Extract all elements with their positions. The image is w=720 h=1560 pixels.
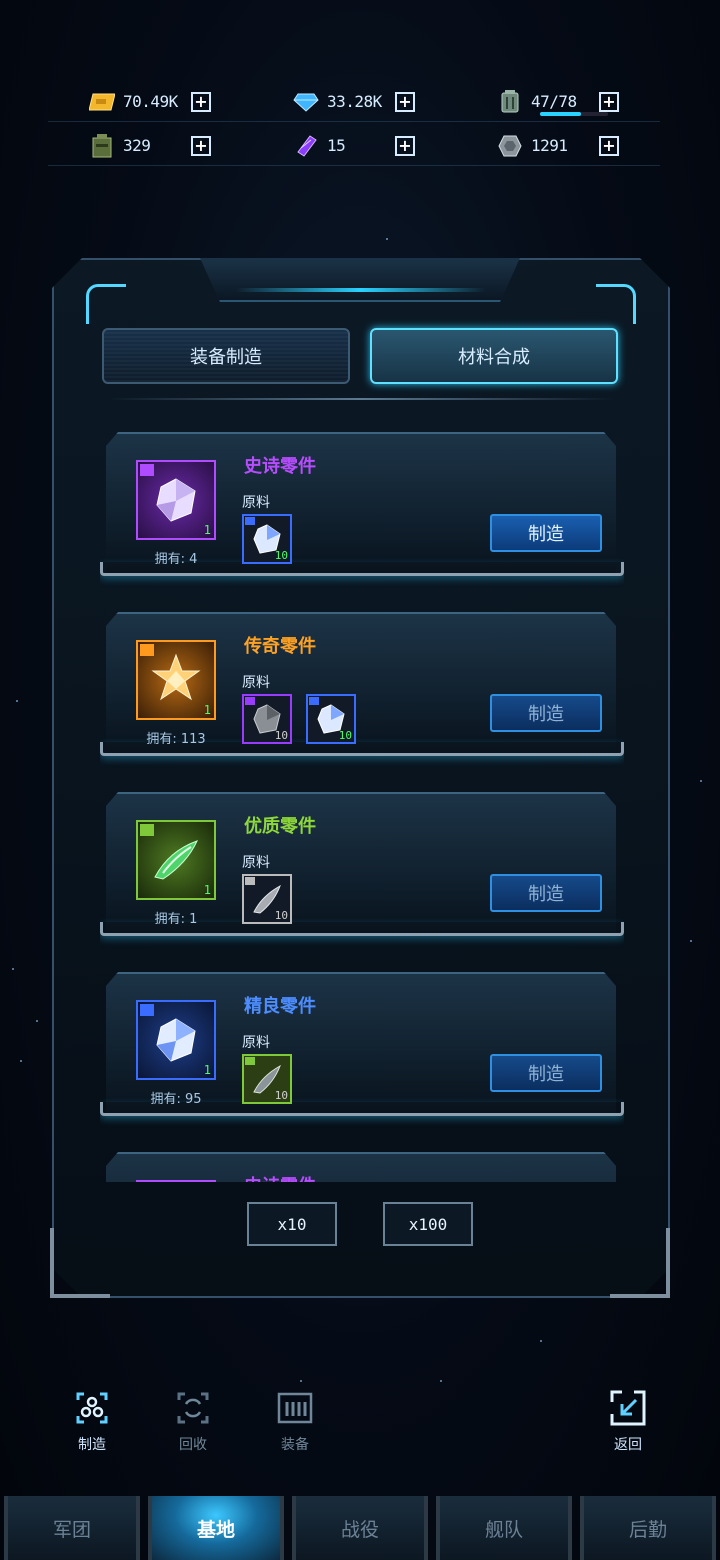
panel-corner-top-left: [86, 284, 126, 324]
resource-energy: 47/78 +: [456, 89, 660, 116]
green-blade-icon: [154, 840, 198, 880]
multiplier-x100-button[interactable]: x100: [383, 1202, 473, 1246]
energy-canister-icon: [497, 89, 523, 114]
panel-corner-top-right: [596, 284, 636, 324]
recipe-list[interactable]: 1 拥有: 4 史诗零件 原料 10 制造 1 拥有: 113 传奇零件 原料 …: [100, 420, 624, 1182]
recycle-icon: [173, 1388, 213, 1428]
bottom-navigation: 军团 基地 战役 舰队 后勤: [0, 1490, 720, 1560]
recipe-card: 史诗零件: [100, 1140, 624, 1182]
item-slot-quality[interactable]: 1: [136, 820, 216, 900]
craft-action[interactable]: 制造: [62, 1388, 122, 1454]
make-button[interactable]: 制造: [490, 514, 602, 552]
craft-icon: [72, 1388, 112, 1428]
recipe-card: 1 拥有: 4 史诗零件 原料 10 制造: [100, 420, 624, 580]
resource-crystal: 15 +: [252, 134, 456, 158]
resource-gold: 70.49K +: [48, 90, 252, 114]
tab-divider: [108, 398, 614, 400]
resource-supply: 329 +: [48, 133, 252, 158]
panel-corner-bottom-left: [50, 1228, 110, 1298]
panel-header-glow: [236, 288, 486, 292]
energy-progress-bar: [540, 111, 608, 116]
item-slot-epic[interactable]: 1: [136, 460, 216, 540]
add-supply-button[interactable]: +: [191, 135, 211, 156]
add-crystal-button[interactable]: +: [395, 135, 415, 156]
gold-ticket-icon: [89, 90, 115, 114]
nav-tab-fleet[interactable]: 舰队: [436, 1496, 572, 1560]
card-title: 优质零件: [244, 816, 316, 837]
panel-header-frame: [200, 258, 520, 302]
make-button[interactable]: 制造: [490, 694, 602, 732]
recipe-card: 1 拥有: 113 传奇零件 原料 10 10 制造: [100, 600, 624, 760]
rarity-tag-icon: [140, 464, 154, 476]
metal-plate-icon: [497, 134, 523, 158]
blue-crystal-icon: [156, 1018, 196, 1062]
multiplier-x10-button[interactable]: x10: [247, 1202, 337, 1246]
item-slot-fine[interactable]: 1: [136, 1000, 216, 1080]
back-icon: [608, 1388, 648, 1428]
material-slot[interactable]: 10: [242, 514, 292, 564]
card-title: 史诗零件: [244, 1172, 316, 1182]
resource-metal: 1291 +: [456, 134, 660, 158]
material-slot[interactable]: 10: [242, 694, 292, 744]
add-energy-button[interactable]: +: [599, 91, 619, 112]
make-button[interactable]: 制造: [490, 874, 602, 912]
equipment-action[interactable]: 装备: [265, 1388, 325, 1454]
recycle-action[interactable]: 回收: [163, 1388, 223, 1454]
recipe-card: 1 拥有: 1 优质零件 原料 10 制造: [100, 780, 624, 940]
add-gold-button[interactable]: +: [191, 91, 211, 112]
energy-progress-fill: [540, 111, 581, 116]
tab-equipment-crafting[interactable]: 装备制造: [102, 328, 350, 384]
back-action[interactable]: 返回: [598, 1388, 658, 1454]
item-slot-legendary[interactable]: 1: [136, 640, 216, 720]
epic-crystal-icon: [156, 478, 196, 522]
nav-tab-campaign[interactable]: 战役: [292, 1496, 428, 1560]
add-metal-button[interactable]: +: [599, 135, 619, 156]
card-title: 史诗零件: [244, 456, 316, 477]
make-button[interactable]: 制造: [490, 1054, 602, 1092]
diamond-icon: [293, 90, 319, 114]
resource-row-2: 329 + 15 + 1291 +: [48, 126, 660, 166]
rarity-tag-icon: [140, 1004, 154, 1016]
card-title: 传奇零件: [244, 636, 316, 657]
item-slot-epic[interactable]: [136, 1180, 216, 1182]
material-slot[interactable]: 10: [306, 694, 356, 744]
recipe-card: 1 拥有: 95 精良零件 原料 10 制造: [100, 960, 624, 1120]
nav-tab-base[interactable]: 基地: [148, 1496, 284, 1560]
resource-diamond: 33.28K +: [252, 90, 456, 114]
equipment-icon: [275, 1388, 315, 1428]
nav-tab-logistics[interactable]: 后勤: [580, 1496, 716, 1560]
material-slot[interactable]: 10: [242, 874, 292, 924]
nav-tab-legion[interactable]: 军团: [4, 1496, 140, 1560]
resource-row-1: 70.49K + 33.28K + 47/78 +: [48, 82, 660, 122]
rarity-tag-icon: [140, 644, 154, 656]
material-slot[interactable]: 10: [242, 1054, 292, 1104]
card-title: 精良零件: [244, 996, 316, 1017]
tab-material-synthesis[interactable]: 材料合成: [370, 328, 618, 384]
rarity-tag-icon: [140, 824, 154, 836]
legendary-star-crystal-icon: [151, 653, 201, 701]
supply-crate-icon: [89, 133, 115, 158]
purple-crystal-icon: [293, 134, 319, 158]
add-diamond-button[interactable]: +: [395, 91, 415, 112]
panel-corner-bottom-right: [610, 1228, 670, 1298]
